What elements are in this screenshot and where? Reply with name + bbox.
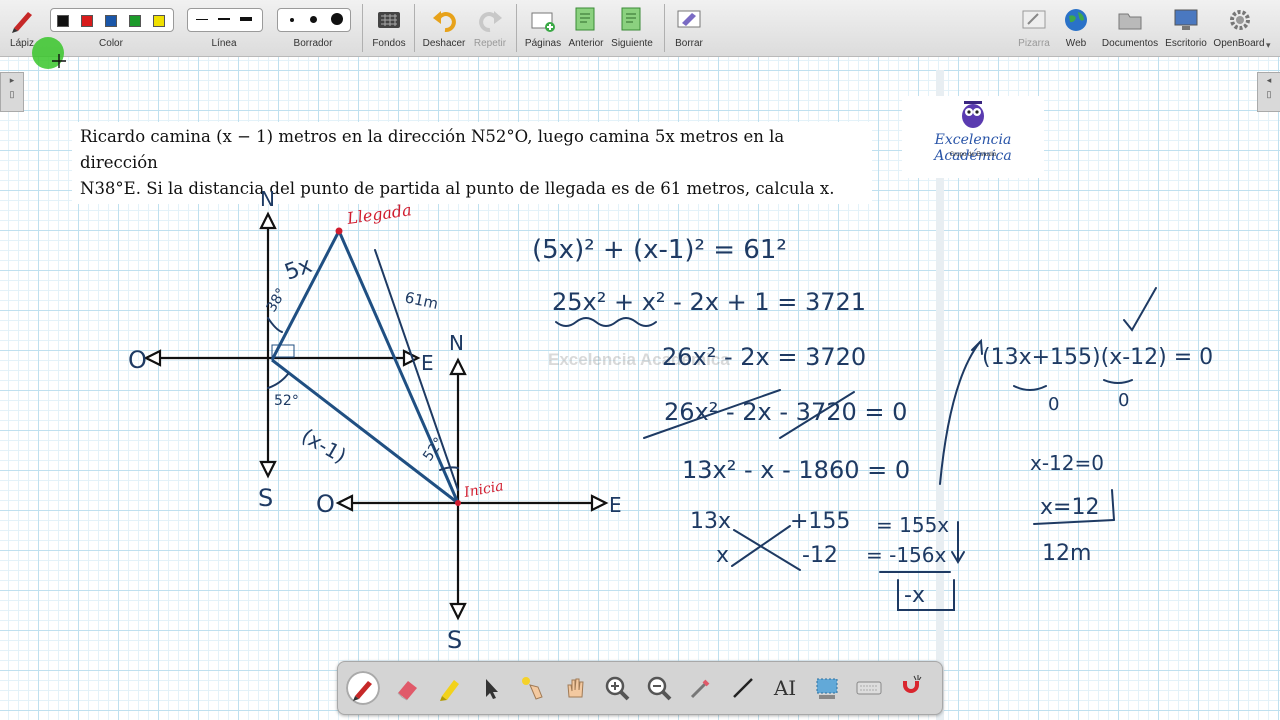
hand-tool-button[interactable] [558,671,592,705]
equation-4: 26x² - 2x - 3720 = 0 [664,398,907,426]
link-arrow [939,341,981,485]
product-minus-156x: = -156x [866,543,947,567]
crosshair-icon [52,54,66,68]
magnet-icon [903,675,922,693]
west-label-2: O [316,490,335,518]
equation-5: 13x² - x - 1860 = 0 [682,456,910,484]
arrowhead-icon [143,349,162,367]
underbrace-1 [1013,385,1047,391]
keyboard-icon [856,681,882,695]
angle-arc-38 [267,317,283,333]
zoom-out-icon [647,676,672,701]
laser-hand-icon [522,677,543,700]
line-icon [733,678,753,698]
zoom-in-button[interactable] [600,671,634,705]
side-61m-label: 61m [403,288,440,313]
arrowhead-icon [449,602,467,621]
sum-minus-x: -x [904,583,925,608]
magnet-tool-button[interactable] [894,671,928,705]
angle-arc-52 [267,373,289,389]
arrival-label: Llegada [345,200,413,228]
pen-icon [353,681,372,701]
wavy-underline [555,317,657,327]
arrowhead-icon [449,357,467,376]
highlighter-icon [440,680,459,701]
zero-1: 0 [1048,394,1059,415]
factor-minus-12: -12 [802,543,838,568]
final-answer: 12m [1042,541,1091,566]
angle-52-label-b: 52° [420,435,447,465]
equation-3: 26x² - 2x = 3720 [662,343,866,371]
angle-52-label: 52° [274,393,299,409]
solution-underline [1033,519,1115,525]
underbrace-2 [1103,379,1133,384]
cross-line-1 [733,529,801,571]
east-label-2: E [609,493,622,517]
eraser-icon [397,681,417,701]
eraser-tool-button[interactable] [390,671,424,705]
selector-tool-button[interactable] [810,671,844,705]
side-5x-label: 5x [282,253,316,286]
line-tool-button[interactable] [726,671,760,705]
factor-13x: 13x [690,509,731,534]
pipette-icon [690,679,710,699]
hand-icon [567,678,584,698]
down-arrow-icon [951,521,965,564]
zero-2: 0 [1118,390,1129,411]
zoom-out-button[interactable] [642,671,676,705]
side-x-1-label: (x-1) [298,424,351,468]
start-point [455,500,461,506]
end-point [335,227,343,235]
south-label: S [258,484,273,512]
product-155x: = 155x [876,513,949,537]
arrowhead-icon [335,494,354,512]
arrowhead-icon [590,494,609,512]
laser-tool-button[interactable] [516,671,550,705]
area-select-icon [816,678,838,699]
segment-x-minus-1 [271,358,459,505]
cross-line-2 [731,525,791,567]
arrowhead-icon [259,460,277,479]
equation-1: (5x)² + (x-1)² = 61² [532,235,787,265]
pen-tool-button[interactable] [346,671,380,705]
factor-x: x [716,543,729,568]
equation-2: 25x² + x² - 2x + 1 = 3721 [552,288,866,316]
east-label: E [421,351,434,375]
factor-plus-155: +155 [790,509,850,534]
pointer-tool-button[interactable] [474,671,508,705]
checkmark-icon [1123,287,1157,332]
tool-dock: AI [337,661,943,715]
highlighter-tool-button[interactable] [432,671,466,705]
start-label: Inicia [462,478,505,501]
segment-61m [337,230,460,504]
ink-layer: N S O E N S O E Llegada Inicia 5x 61m (x… [128,187,1213,654]
arrow-cursor-icon [486,679,498,699]
solution-bar [1111,489,1115,521]
north-label-2: N [449,331,464,355]
solution-step-2: x=12 [1040,495,1099,520]
arrowhead-icon [259,211,277,230]
keyboard-button[interactable] [852,671,886,705]
solution-step-1: x-12=0 [1030,451,1104,475]
north-label: N [260,187,275,211]
text-tool-button[interactable]: AI [768,671,802,705]
distance-bracket [374,249,459,491]
zoom-in-icon [605,676,630,701]
capture-tool-button[interactable] [684,671,718,705]
factored-equation: (13x+155)(x-12) = 0 [982,345,1213,370]
south-label-2: S [447,626,462,654]
west-label: O [128,346,147,374]
